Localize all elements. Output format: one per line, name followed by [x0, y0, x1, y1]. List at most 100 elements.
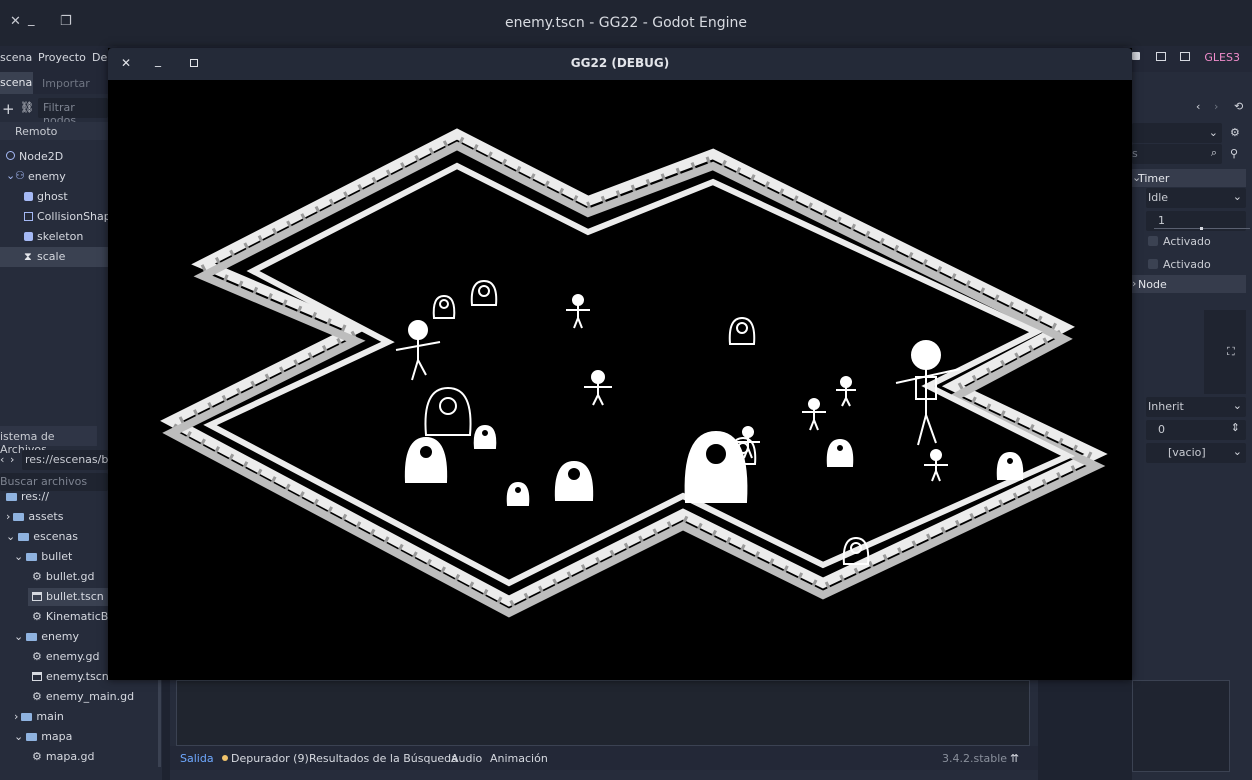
fs-label: KinematicBo: [45, 610, 108, 623]
fs-item-main-folder[interactable]: › main: [14, 710, 64, 730]
spin-arrows-icon[interactable]: ⇕: [1231, 421, 1240, 434]
fs-item-bullet-gd[interactable]: ⚙ bullet.gd: [32, 570, 94, 590]
process-mode-select[interactable]: Idle ⌄: [1146, 188, 1246, 208]
renderer-selector[interactable]: GLES3: [1204, 51, 1240, 64]
checkbox-label: Activado: [1163, 258, 1211, 271]
inspector-search-input[interactable]: s ⌕: [1132, 144, 1222, 164]
object-menu-icon[interactable]: ⚙: [1230, 126, 1240, 139]
fs-item-kinematicbody[interactable]: ⚙KinematicBo: [32, 610, 108, 630]
select-value: Idle: [1148, 191, 1169, 204]
tree-item-ghost[interactable]: ghost: [0, 187, 108, 207]
tree-item-scale[interactable]: ⧗ scale: [0, 247, 108, 267]
chevron-right-icon[interactable]: ›: [6, 510, 10, 523]
tab-filesystem[interactable]: istema de Archivos: [0, 426, 97, 456]
field-value: 1: [1158, 214, 1165, 227]
fs-item-bullet-tscn[interactable]: bullet.tscn: [28, 588, 112, 606]
stop-icon[interactable]: [1132, 52, 1140, 60]
fs-item-bullet-folder[interactable]: ⌄ bullet: [14, 550, 72, 570]
inspector-dock: ‹ › ⟲ ⌄ ⚙ s ⌕ ⚲ ⌄ Timer Idle ⌄ 1 Activad…: [1132, 72, 1252, 780]
fs-label: res://: [21, 490, 49, 503]
tab-scene[interactable]: scena: [0, 72, 33, 94]
gear-icon: ⚙: [32, 610, 42, 623]
ghost-sprite: [684, 430, 748, 503]
one-shot-checkbox[interactable]: Activado: [1148, 235, 1211, 248]
play-scene-icon[interactable]: [1156, 52, 1166, 61]
section-timer[interactable]: ⌄ Timer: [1132, 169, 1246, 187]
tab-animation[interactable]: Animación: [490, 752, 548, 765]
search-placeholder: s: [1132, 147, 1138, 160]
chevron-down-icon[interactable]: ⌄: [14, 550, 23, 563]
tree-item-enemy[interactable]: ⌄ ⚇ enemy: [0, 167, 108, 187]
fs-item-enemy-gd[interactable]: ⚙ enemy.gd: [32, 650, 100, 670]
tab-debugger[interactable]: Depurador (9): [231, 752, 309, 765]
tab-import[interactable]: Importar: [42, 77, 90, 90]
ghost-sprite: [996, 451, 1024, 480]
chevron-down-icon[interactable]: ⌄: [14, 730, 23, 743]
play-custom-icon[interactable]: [1180, 52, 1190, 61]
chevron-right-icon: ›: [1132, 277, 1137, 290]
gear-icon: ⚙: [32, 690, 42, 703]
version-label: 3.4.2.stable: [942, 752, 1008, 765]
tree-item-collisionshape[interactable]: CollisionShape: [0, 207, 118, 227]
fs-item-mapa-gd[interactable]: ⚙ mapa.gd: [32, 750, 95, 770]
fs-item-enemy-tscn[interactable]: enemy.tscn: [32, 670, 109, 690]
add-node-icon[interactable]: +: [2, 100, 15, 118]
remote-button[interactable]: Remoto: [0, 122, 108, 140]
path-field[interactable]: res://escenas/bu: [22, 450, 115, 470]
tab-output[interactable]: Salida: [180, 752, 214, 765]
ghost-sprite: [404, 436, 448, 483]
scene-icon: [32, 672, 42, 681]
slider-grabber[interactable]: [1200, 227, 1203, 230]
inspector-empty-area: [1132, 680, 1230, 772]
wait-time-field[interactable]: 1: [1146, 211, 1250, 231]
section-node[interactable]: › Node: [1132, 275, 1246, 293]
history-icon[interactable]: ⟲: [1234, 100, 1243, 113]
pause-mode-select[interactable]: Inherit ⌄: [1146, 397, 1246, 417]
object-selector[interactable]: ⌄: [1132, 123, 1222, 143]
gear-icon: ⚙: [32, 570, 42, 583]
menu-project[interactable]: Proyecto: [38, 51, 86, 64]
chevron-down-icon[interactable]: ⌄: [14, 630, 23, 643]
script-field[interactable]: [vacio] ⌄: [1146, 443, 1246, 463]
folder-icon: [26, 733, 38, 741]
tree-item-node2d[interactable]: Node2D: [0, 147, 108, 167]
fs-item-enemy-main-gd[interactable]: ⚙ enemy_main.gd: [32, 690, 134, 710]
path-value: res://escenas/bu: [25, 453, 116, 466]
fs-item-root[interactable]: res://: [6, 490, 49, 510]
menu-scene[interactable]: scena: [0, 51, 32, 64]
fs-item-assets[interactable]: › assets: [6, 510, 63, 530]
link-icon[interactable]: ⛓: [20, 101, 34, 114]
node2d-icon: [6, 151, 15, 160]
back-icon[interactable]: ‹: [0, 453, 4, 466]
collapse-panel-icon[interactable]: ⇈: [1010, 752, 1019, 765]
expand-icon[interactable]: ⛶: [1227, 345, 1235, 359]
search-files-input[interactable]: Buscar archivos: [0, 473, 108, 491]
history-forward-icon[interactable]: ›: [1214, 100, 1218, 113]
tab-search-results[interactable]: Resultados de la Búsqueda: [309, 752, 458, 765]
bottom-tabs: Salida Depurador (9) Resultados de la Bú…: [170, 746, 1038, 770]
filter-icon[interactable]: ⚲: [1230, 147, 1238, 160]
fs-label: enemy_main.gd: [45, 690, 135, 703]
search-placeholder: Buscar archivos: [0, 475, 88, 488]
checkbox-label: Activado: [1163, 235, 1211, 248]
ghost-sprite: [826, 438, 854, 467]
autostart-checkbox[interactable]: Activado: [1148, 258, 1211, 271]
chevron-down-icon[interactable]: ⌄: [6, 169, 15, 182]
fs-item-escenas[interactable]: ⌄ escenas: [6, 530, 78, 550]
forward-icon[interactable]: ›: [10, 453, 14, 466]
filter-nodes-input[interactable]: Filtrar nodos: [38, 98, 108, 127]
game-viewport[interactable]: [108, 80, 1132, 680]
number-spinbox[interactable]: 0 ⇕: [1146, 420, 1246, 440]
history-back-icon[interactable]: ‹: [1196, 100, 1200, 113]
checkbox-icon: [1148, 236, 1158, 246]
tree-item-skeleton[interactable]: skeleton: [0, 227, 108, 247]
fs-item-mapa-folder[interactable]: ⌄ mapa: [14, 730, 72, 750]
fs-item-enemy-folder[interactable]: ⌄ enemy: [14, 630, 79, 650]
timer-icon: ⧗: [24, 250, 32, 263]
fs-label: escenas: [33, 530, 78, 543]
tab-audio[interactable]: Audio: [451, 752, 482, 765]
chevron-right-icon[interactable]: ›: [14, 710, 18, 723]
chevron-down-icon[interactable]: ⌄: [6, 530, 15, 543]
fs-label: mapa.gd: [45, 750, 95, 763]
field-value: [vacio]: [1168, 446, 1206, 459]
